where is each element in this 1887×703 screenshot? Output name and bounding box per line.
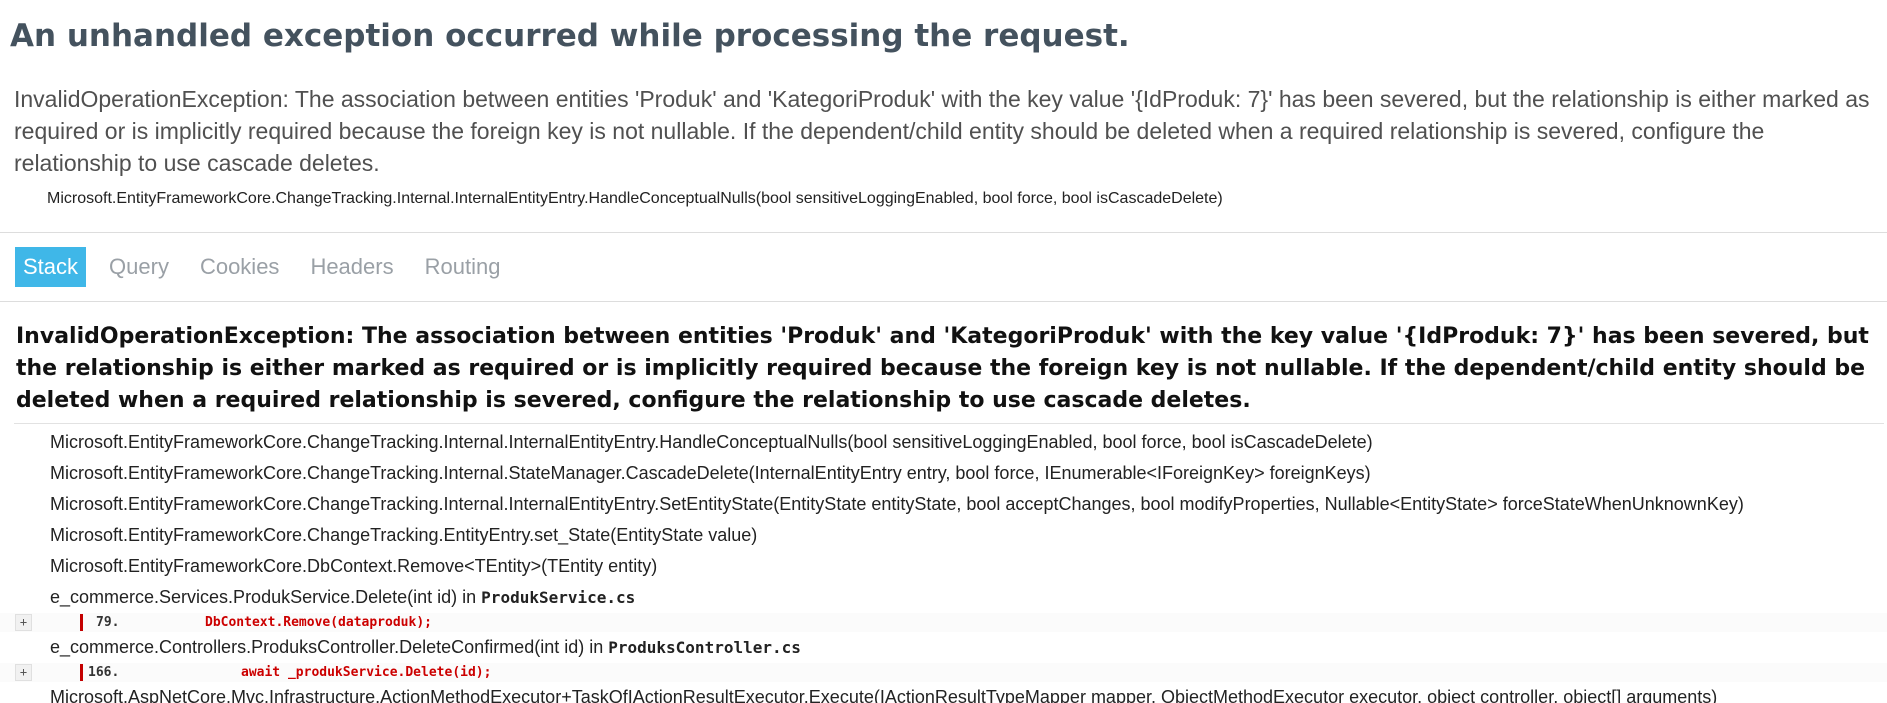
divider <box>0 232 1887 233</box>
frame-file: ProdukService.cs <box>481 588 636 607</box>
source-code: await _produkService.Delete(id); <box>241 665 492 680</box>
stack-frames: Microsoft.EntityFrameworkCore.ChangeTrac… <box>0 427 1887 703</box>
frame-method: Microsoft.EntityFrameworkCore.ChangeTrac… <box>50 432 1373 452</box>
tab-query[interactable]: Query <box>101 247 177 287</box>
frame-file: ProduksController.cs <box>608 638 801 657</box>
error-page: An unhandled exception occurred while pr… <box>0 0 1887 703</box>
tab-stack[interactable]: Stack <box>15 247 87 287</box>
stack-frame: Microsoft.EntityFrameworkCore.DbContext.… <box>0 551 1887 582</box>
frame-method: Microsoft.AspNetCore.Mvc.Infrastructure.… <box>50 687 1718 703</box>
frame-method: e_commerce.Services.ProdukService.Delete… <box>50 587 458 607</box>
line-number: 79. <box>96 615 120 630</box>
error-line-marker <box>80 614 83 631</box>
frame-method: Microsoft.EntityFrameworkCore.ChangeTrac… <box>50 525 758 545</box>
exception-title: InvalidOperationException: The associati… <box>16 324 1869 413</box>
tab-headers[interactable]: Headers <box>302 247 401 287</box>
divider <box>0 301 1887 302</box>
stack-frame: Microsoft.EntityFrameworkCore.ChangeTrac… <box>0 520 1887 551</box>
expand-source-button[interactable]: + <box>15 664 32 681</box>
stack-frame: e_commerce.Services.ProdukService.Delete… <box>0 582 1887 613</box>
frame-in-label: in <box>457 587 482 607</box>
exception-location: Microsoft.EntityFrameworkCore.ChangeTrac… <box>47 190 1223 207</box>
tab-cookies[interactable]: Cookies <box>192 247 287 287</box>
stack-frame: Microsoft.AspNetCore.Mvc.Infrastructure.… <box>0 682 1887 703</box>
stack-frame: Microsoft.EntityFrameworkCore.ChangeTrac… <box>0 458 1887 489</box>
expand-source-button[interactable]: + <box>15 614 32 631</box>
stack-frame: e_commerce.Controllers.ProduksController… <box>0 632 1887 663</box>
frame-method: e_commerce.Controllers.ProduksController… <box>50 637 585 657</box>
frame-method: Microsoft.EntityFrameworkCore.DbContext.… <box>50 556 658 576</box>
source-code: DbContext.Remove(dataproduk); <box>205 615 432 630</box>
tab-bar: Stack Query Cookies Headers Routing <box>15 247 523 287</box>
tab-routing[interactable]: Routing <box>417 247 509 287</box>
stack-frame: Microsoft.EntityFrameworkCore.ChangeTrac… <box>0 427 1887 458</box>
source-line: + 79. DbContext.Remove(dataproduk); <box>0 613 1887 632</box>
exception-summary: InvalidOperationException: The associati… <box>14 86 1870 176</box>
source-line: + 166. await _produkService.Delete(id); <box>0 663 1887 682</box>
frame-in-label: in <box>584 637 609 657</box>
page-title: An unhandled exception occurred while pr… <box>10 18 1130 54</box>
line-number: 166. <box>88 665 120 680</box>
frame-method: Microsoft.EntityFrameworkCore.ChangeTrac… <box>50 494 1744 514</box>
stack-frame: Microsoft.EntityFrameworkCore.ChangeTrac… <box>0 489 1887 520</box>
error-line-marker <box>80 664 83 681</box>
frame-method: Microsoft.EntityFrameworkCore.ChangeTrac… <box>50 463 1371 483</box>
divider <box>14 423 1884 424</box>
